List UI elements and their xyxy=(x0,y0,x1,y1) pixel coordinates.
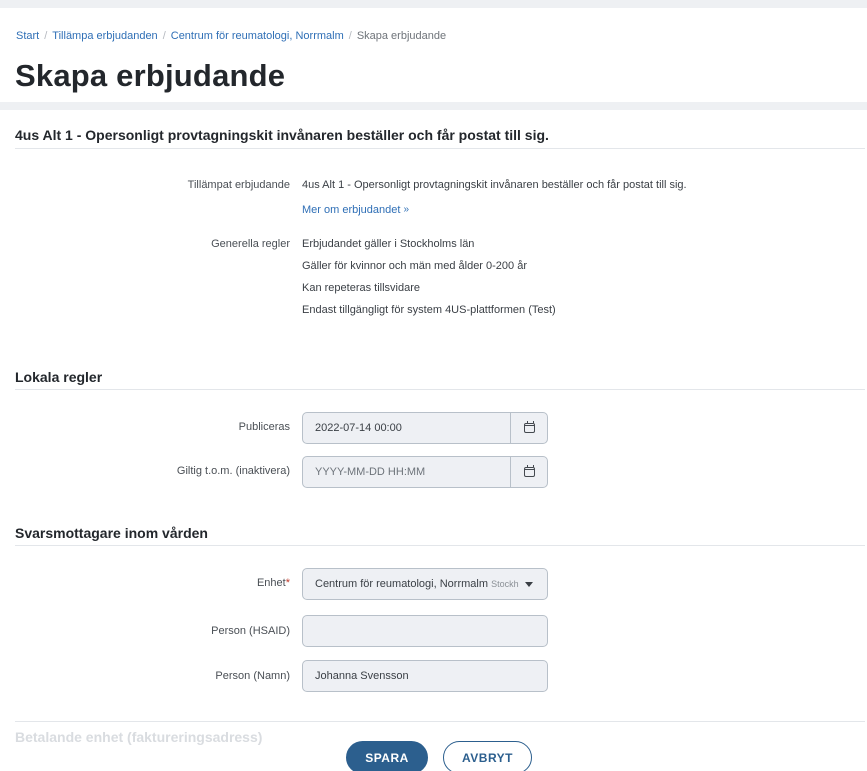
breadcrumb-tillampa[interactable]: Tillämpa erbjudanden xyxy=(52,30,157,42)
published-label: Publiceras xyxy=(238,421,290,433)
published-date-field[interactable]: 2022-07-14 00:00 xyxy=(302,412,548,444)
calendar-icon xyxy=(523,421,535,433)
published-calendar-button[interactable] xyxy=(510,413,547,443)
breadcrumb-current: Skapa erbjudande xyxy=(356,30,447,42)
hsaid-label: Person (HSAID) xyxy=(211,625,290,637)
hsaid-input[interactable] xyxy=(302,615,548,647)
general-rule-item: Endast tillgängligt för system 4US-platt… xyxy=(302,304,556,316)
valid-until-placeholder: YYYY-MM-DD HH:MM xyxy=(315,466,426,478)
applied-offer-label: Tillämpat erbjudande xyxy=(187,179,290,191)
section-divider xyxy=(15,389,865,390)
cancel-button[interactable]: AVBRYT xyxy=(443,741,532,771)
valid-until-calendar-button[interactable] xyxy=(510,457,547,487)
published-date-value: 2022-07-14 00:00 xyxy=(315,422,402,434)
save-button[interactable]: SPARA xyxy=(346,741,428,771)
breadcrumb-unit[interactable]: Centrum för reumatologi, Norrmalm xyxy=(171,30,344,42)
unit-select[interactable]: Centrum för reumatologi, Norrmalm Stockh xyxy=(302,568,548,600)
unit-label: Enhet* xyxy=(257,577,290,589)
more-about-offer-link[interactable]: Mer om erbjudandet» xyxy=(302,204,409,216)
applied-offer-value: 4us Alt 1 - Opersonligt provtagningskit … xyxy=(302,179,687,191)
breadcrumb-separator: / xyxy=(162,30,166,42)
person-name-input[interactable]: Johanna Svensson xyxy=(302,660,548,692)
general-rule-item: Erbjudandet gäller i Stockholms län xyxy=(302,238,475,250)
header-divider xyxy=(0,102,867,110)
unit-label-text: Enhet xyxy=(256,577,286,589)
local-rules-heading: Lokala regler xyxy=(15,369,103,385)
offer-heading: 4us Alt 1 - Opersonligt provtagningskit … xyxy=(15,127,549,143)
unit-select-value: Centrum för reumatologi, Norrmalm Stockh xyxy=(315,578,520,590)
top-strip xyxy=(0,0,867,8)
more-about-offer-label: Mer om erbjudandet xyxy=(302,204,401,216)
billing-heading: Betalande enhet (faktureringsadress) xyxy=(15,729,263,745)
breadcrumb: Start / Tillämpa erbjudanden / Centrum för r… xyxy=(16,30,446,42)
calendar-icon xyxy=(523,465,535,477)
person-name-label: Person (Namn) xyxy=(215,670,290,682)
recipient-heading: Svarsmottagare inom vården xyxy=(15,525,208,541)
double-chevron-down-icon: » xyxy=(403,204,410,215)
unit-name: Centrum för reumatologi, Norrmalm xyxy=(315,578,488,590)
required-marker: * xyxy=(285,577,290,589)
valid-until-field[interactable]: YYYY-MM-DD HH:MM xyxy=(302,456,548,488)
general-rule-item: Kan repeteras tillsvidare xyxy=(302,282,421,294)
breadcrumb-start[interactable]: Start xyxy=(16,30,39,42)
page-header: Start / Tillämpa erbjudanden / Centrum för r… xyxy=(0,8,867,102)
section-divider xyxy=(15,721,865,722)
section-divider xyxy=(15,545,865,546)
page-title: Skapa erbjudande xyxy=(15,58,286,93)
breadcrumb-separator: / xyxy=(348,30,352,42)
breadcrumb-separator: / xyxy=(44,30,48,42)
general-rule-item: Gäller för kvinnor och män med ålder 0-2… xyxy=(302,260,527,272)
section-divider xyxy=(15,148,865,149)
caret-down-icon xyxy=(525,582,533,587)
valid-until-label: Giltig t.o.m. (inaktivera) xyxy=(176,465,290,477)
general-rules-label: Generella regler xyxy=(211,238,290,250)
unit-region: Stockh xyxy=(491,579,519,589)
person-name-value: Johanna Svensson xyxy=(315,670,409,682)
